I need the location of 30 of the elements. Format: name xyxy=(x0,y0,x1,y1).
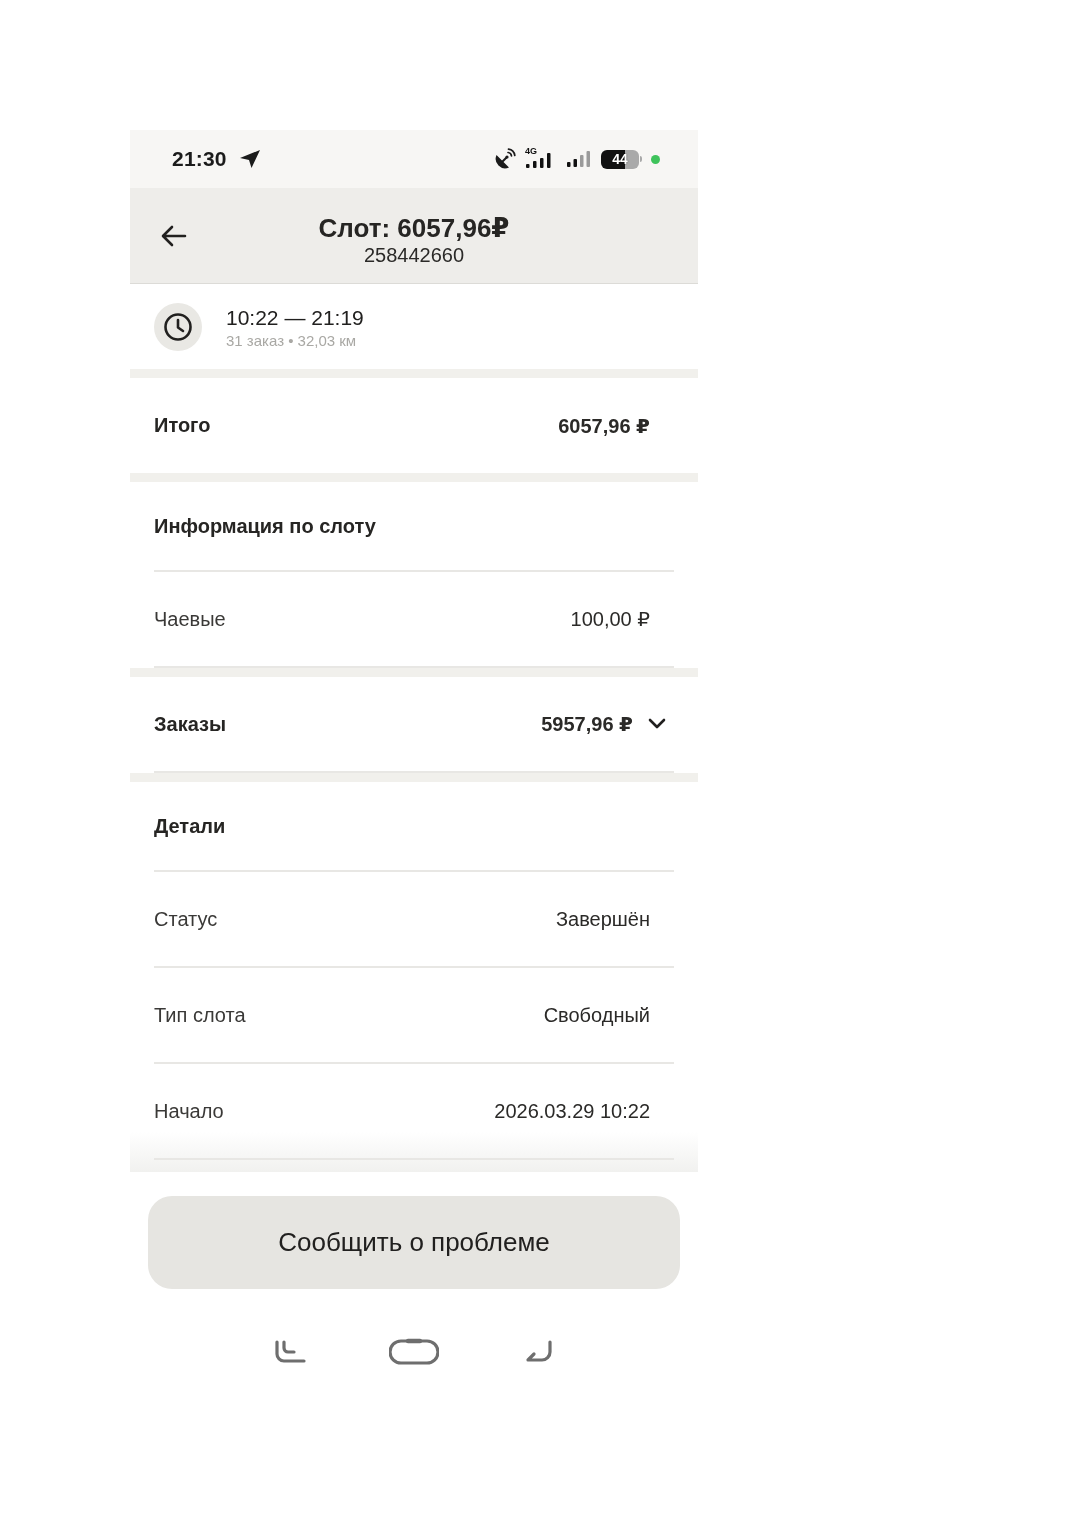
status-dot-icon xyxy=(651,154,660,164)
row-label: Тип слота xyxy=(154,1003,247,1027)
row-value: 2026.03.29 10:22 xyxy=(494,1099,650,1123)
row-label: Начало xyxy=(154,1099,225,1123)
row-label: Статус xyxy=(154,907,219,931)
satellite-dish-icon xyxy=(494,148,516,170)
row-label: Чаевые xyxy=(154,607,227,631)
page-title: Слот: 6057,96₽ xyxy=(318,212,510,243)
total-amount: 6057,96 ₽ xyxy=(558,413,650,438)
row-value: Завершён xyxy=(555,907,650,931)
row-value: 100,00 ₽ xyxy=(570,607,650,631)
recent-apps-icon[interactable] xyxy=(274,1340,306,1364)
time-range: 10:22 — 21:19 xyxy=(226,305,364,330)
slot-summary: 31 заказ • 32,03 км xyxy=(226,331,358,350)
row-value: Свободный xyxy=(543,1003,650,1027)
section-title: Детали xyxy=(154,782,674,872)
report-problem-button[interactable]: Сообщить о проблеме xyxy=(148,1196,680,1289)
status-time: 21:30 xyxy=(172,147,227,171)
row-amount: 5957,96 ₽ xyxy=(541,712,633,736)
row-label: Заказы xyxy=(154,712,228,736)
chevron-down-icon[interactable] xyxy=(648,718,666,730)
home-icon[interactable] xyxy=(389,1338,439,1366)
total-label: Итого xyxy=(154,414,212,437)
back-arrow-icon xyxy=(161,224,187,247)
section-title: Информация по слоту xyxy=(154,482,674,572)
navigation-arrow-icon xyxy=(238,149,261,169)
clock-icon xyxy=(154,302,202,351)
signal-icon xyxy=(566,150,592,168)
page-subtitle: 258442660 xyxy=(363,242,465,267)
network-type-label: 4G xyxy=(525,146,537,156)
